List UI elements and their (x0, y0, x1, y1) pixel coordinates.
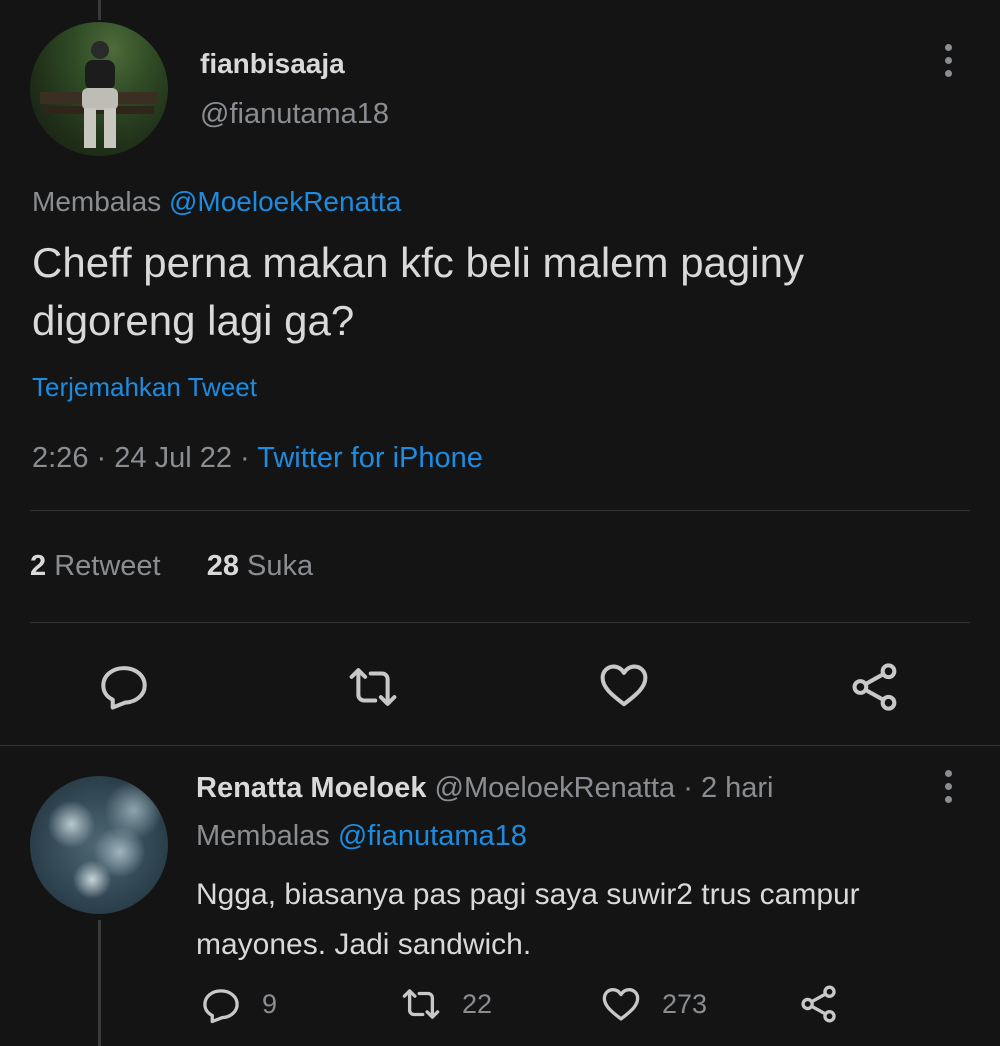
replying-prefix: Membalas (196, 820, 330, 852)
replying-to-handle[interactable]: @MoeloekRenatta (169, 186, 401, 217)
meta-separator: · (683, 772, 693, 804)
like-count: 273 (662, 988, 708, 1019)
reply-icon (203, 989, 239, 1024)
reply-header: Renatta Moeloek @MoeloekRenatta · 2 hari (196, 772, 773, 805)
share-icon[interactable] (848, 660, 902, 714)
replying-to: Membalas @fianutama18 (196, 820, 527, 853)
share-action[interactable] (798, 982, 840, 1026)
tweet-text: Cheff perna makan kfc beli malem paginy … (32, 239, 804, 344)
reply-action[interactable]: 9 (200, 982, 277, 1026)
meta-separator: · (240, 442, 250, 474)
user-handle[interactable]: @MoeloekRenatta (435, 772, 676, 804)
tweet-stats: 2 Retweet 28 Suka (30, 550, 313, 583)
display-name[interactable]: fianbisaaja (200, 48, 345, 80)
replying-prefix: Membalas (32, 186, 162, 217)
translate-link[interactable]: Terjemahkan Tweet (32, 372, 257, 403)
more-icon[interactable] (938, 44, 958, 84)
retweet-count: 22 (462, 988, 493, 1019)
tweet-date: 24 Jul 22 (114, 442, 232, 474)
tweet-text: Ngga, biasanya pas pagi saya suwir2 trus… (196, 878, 860, 961)
thread-line (98, 0, 101, 20)
more-icon[interactable] (938, 770, 958, 810)
avatar[interactable] (30, 22, 168, 156)
tweet-time: 2:26 (32, 442, 89, 474)
heart-icon[interactable] (597, 658, 651, 712)
avatar[interactable] (30, 776, 168, 914)
retweet-icon[interactable] (346, 660, 400, 714)
replying-to: Membalas @MoeloekRenatta (32, 186, 401, 218)
replying-to-handle[interactable]: @fianutama18 (338, 820, 527, 852)
like-action[interactable]: 273 (600, 982, 707, 1026)
like-stat[interactable]: 28 Suka (207, 550, 313, 582)
divider (30, 510, 970, 511)
display-name[interactable]: Renatta Moeloek (196, 772, 426, 804)
meta-separator: · (96, 442, 107, 474)
retweet-stat[interactable]: 2 Retweet (30, 550, 161, 582)
retweet-icon (402, 989, 440, 1019)
reply-count: 9 (262, 988, 278, 1019)
divider (0, 745, 1000, 746)
retweet-action[interactable]: 22 (400, 982, 492, 1026)
user-handle[interactable]: @fianutama18 (200, 98, 389, 131)
tweet-age[interactable]: 2 hari (701, 772, 774, 804)
share-icon (801, 985, 836, 1023)
tweet-source[interactable]: Twitter for iPhone (257, 442, 483, 474)
reply-icon[interactable] (97, 658, 151, 712)
heart-icon (602, 987, 640, 1021)
tweet-meta: 2:26 · 24 Jul 22 · Twitter for iPhone (32, 442, 483, 475)
divider (30, 622, 970, 623)
thread-line (98, 920, 101, 1046)
profile-photo (40, 41, 158, 148)
